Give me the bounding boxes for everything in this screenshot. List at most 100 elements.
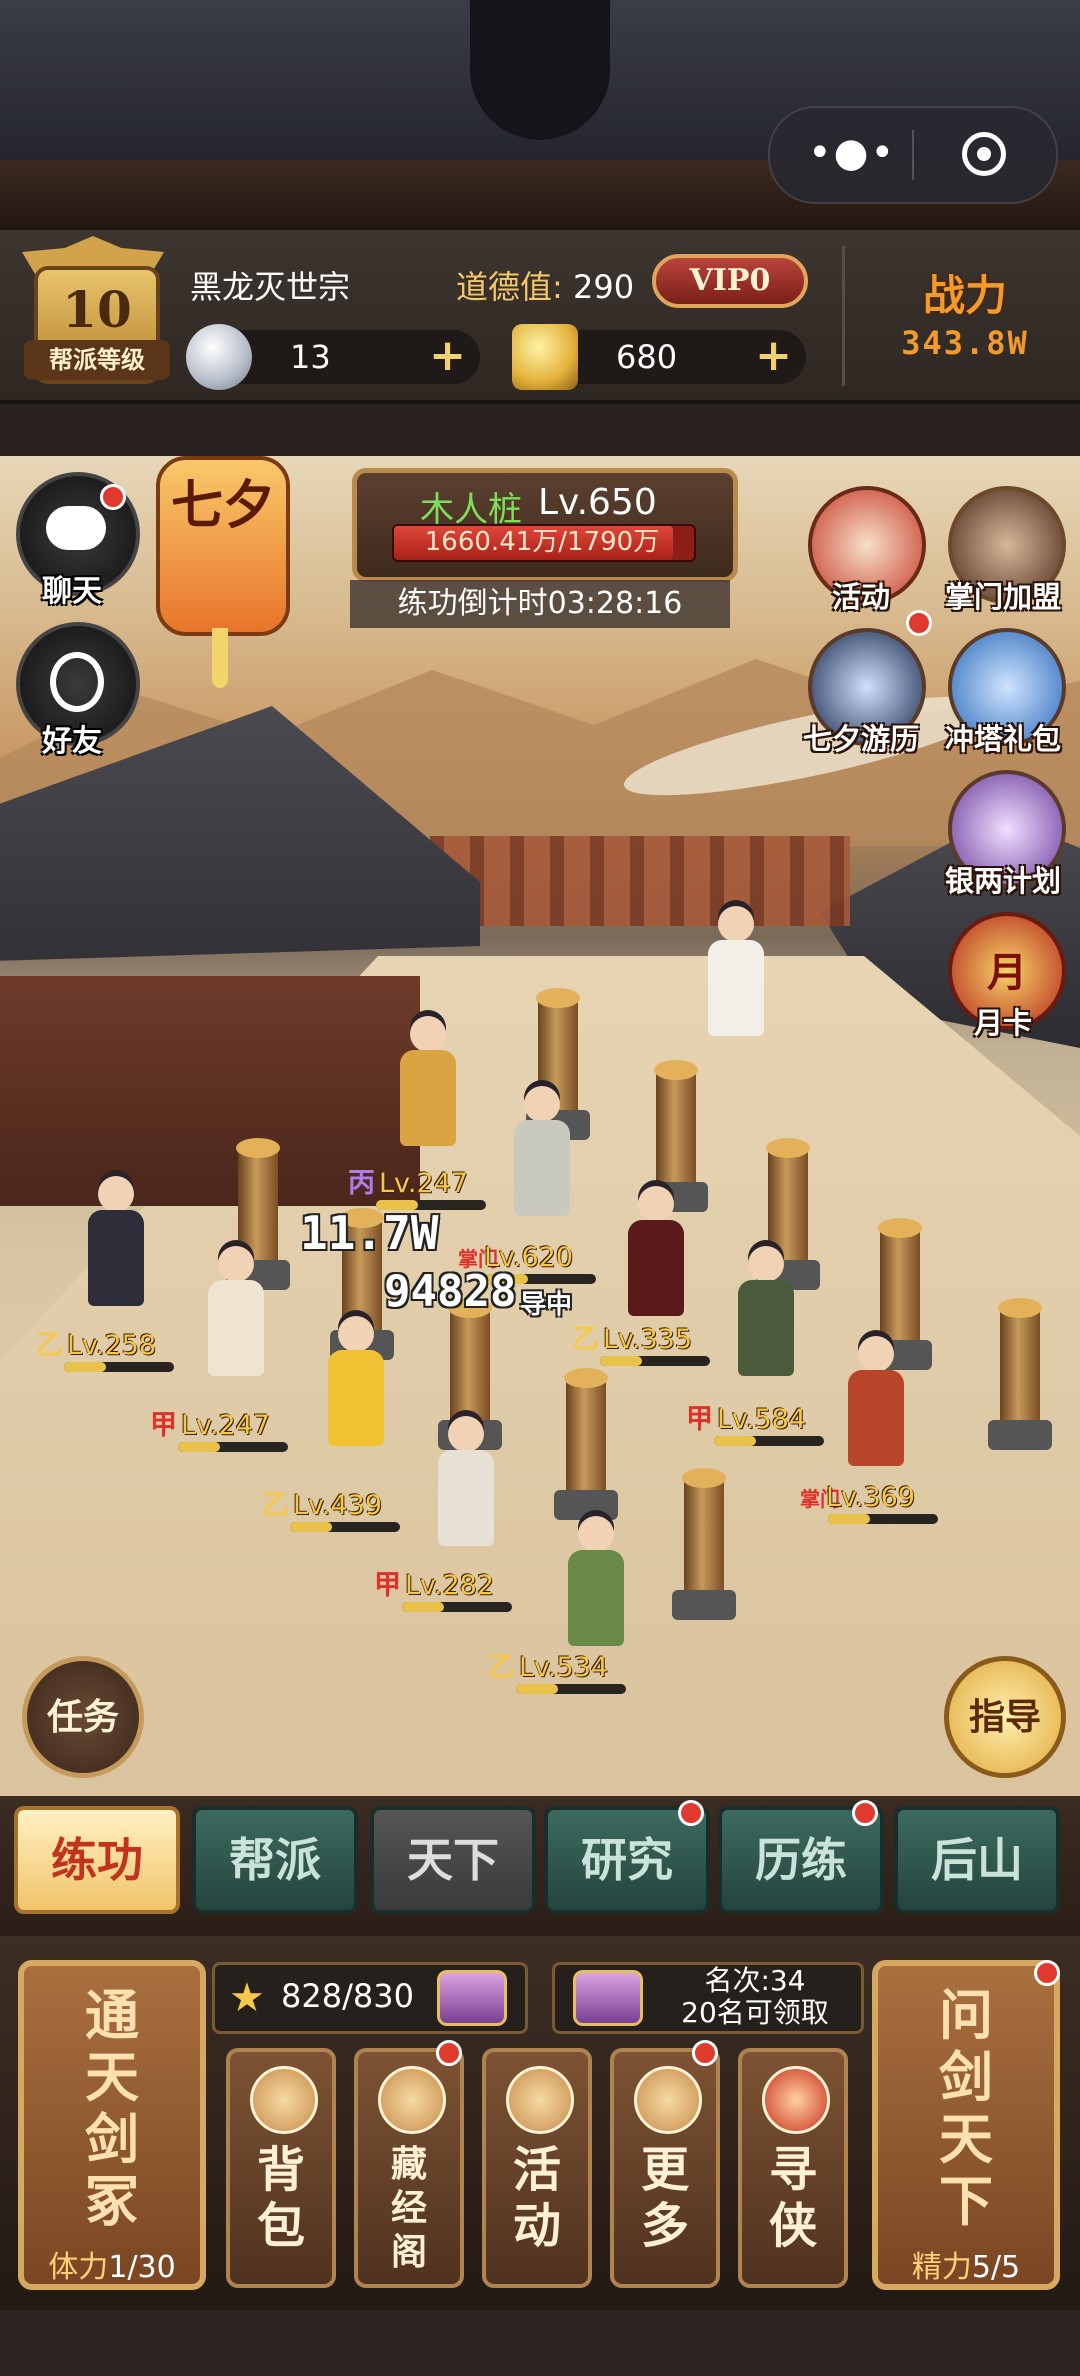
disciple-level-tag: 乙 Lv.258 bbox=[36, 1328, 174, 1372]
feature-card-label: 背包 bbox=[256, 2142, 305, 2254]
disciple[interactable] bbox=[392, 1016, 462, 1156]
silver-plan-label: 银两计划 bbox=[944, 864, 1061, 898]
roof-ornament bbox=[470, 0, 610, 140]
morality-value: 290 bbox=[572, 268, 635, 306]
disciple[interactable] bbox=[840, 1336, 910, 1476]
disciple-level-tag: 甲 Lv.282 bbox=[374, 1568, 512, 1612]
energy-value: 5/5 bbox=[971, 2250, 1021, 2285]
wooden-dummy[interactable] bbox=[988, 1298, 1052, 1450]
disciple-progress-bar bbox=[828, 1514, 938, 1524]
disciple-level-tag: 掌门Lv.369 bbox=[800, 1480, 938, 1524]
wooden-dummy[interactable] bbox=[554, 1368, 618, 1520]
tower-pack-label: 冲塔礼包 bbox=[944, 722, 1061, 756]
treasure-chest-icon[interactable] bbox=[573, 1970, 643, 2026]
scroll-icon bbox=[762, 2066, 830, 2134]
capsule-divider bbox=[912, 130, 914, 180]
disciple[interactable] bbox=[80, 1176, 150, 1316]
ask-sword-card[interactable]: 问剑天下 精力5/5 bbox=[872, 1960, 1060, 2290]
header-divider bbox=[842, 246, 845, 386]
combat-power-value: 343.8W bbox=[901, 324, 1029, 362]
disciple-level: Lv.584 bbox=[717, 1404, 807, 1435]
disciple[interactable] bbox=[200, 1246, 270, 1386]
pavilion-icon bbox=[378, 2066, 446, 2134]
master-join-label: 掌门加盟 bbox=[944, 580, 1061, 614]
disciple-level: Lv.247 bbox=[379, 1168, 469, 1199]
disciple[interactable] bbox=[506, 1086, 576, 1226]
feature-card-2[interactable]: 活动 bbox=[482, 2048, 592, 2288]
gold-amount: 680 bbox=[616, 338, 678, 376]
disciple-progress-bar bbox=[600, 1356, 710, 1366]
sword-tomb-title: 通天剑冢 bbox=[85, 1983, 139, 2233]
disciple-grade: 乙 bbox=[36, 1330, 63, 1361]
tab-1[interactable]: 帮派 bbox=[192, 1806, 358, 1914]
rank-reward-bar[interactable]: 名次:34 20名可领取 bbox=[552, 1962, 864, 2034]
guild-name: 黑龙灭世宗 bbox=[190, 268, 351, 306]
tab-5[interactable]: 后山 bbox=[894, 1806, 1060, 1914]
feature-card-3[interactable]: 更多 bbox=[610, 2048, 720, 2288]
feature-card-label: 活动 bbox=[512, 2142, 561, 2254]
disciple-progress-bar bbox=[714, 1436, 824, 1446]
disciple-level: Lv.258 bbox=[67, 1330, 157, 1361]
chat-label: 聊天 bbox=[42, 574, 102, 609]
wooden-dummy[interactable] bbox=[672, 1468, 736, 1620]
notification-dot bbox=[852, 1800, 878, 1826]
close-target-icon[interactable] bbox=[962, 132, 1006, 176]
guide-button[interactable]: 指导 bbox=[944, 1656, 1066, 1778]
disciple-level: Lv.534 bbox=[519, 1652, 609, 1683]
disciple[interactable] bbox=[620, 1186, 690, 1326]
tab-0[interactable]: 练功 bbox=[14, 1806, 180, 1914]
disciple-level-tag: 甲 Lv.247 bbox=[150, 1408, 288, 1452]
stamina-stat: 体力1/30 bbox=[24, 2242, 200, 2286]
sword-tomb-card[interactable]: 通天剑冢 体力1/30 bbox=[18, 1960, 206, 2290]
wooden-dummy[interactable] bbox=[644, 1060, 708, 1212]
miniprogram-capsule: •●• bbox=[768, 106, 1058, 204]
guiding-tag: 导中 bbox=[520, 1290, 573, 1320]
disciple-level: Lv.247 bbox=[181, 1410, 271, 1441]
feature-card-0[interactable]: 背包 bbox=[226, 2048, 336, 2288]
disciple-progress-bar bbox=[402, 1602, 512, 1612]
star-progress-bar[interactable]: ★ 828/830 bbox=[212, 1962, 528, 2034]
damage-number: 11.7W bbox=[300, 1206, 439, 1260]
disciple[interactable] bbox=[320, 1316, 390, 1456]
disciple-level: Lv.282 bbox=[405, 1570, 495, 1601]
training-countdown: 练功倒计时03:28:16 bbox=[350, 580, 730, 628]
lantern-text: 七夕 bbox=[170, 475, 275, 536]
disciple[interactable] bbox=[730, 1246, 800, 1386]
disciple[interactable] bbox=[560, 1516, 630, 1656]
chat-bubble-icon bbox=[46, 506, 106, 550]
disciple-grade: 掌门 bbox=[800, 1486, 840, 1511]
qixi-lantern-button[interactable]: 七夕 bbox=[156, 456, 290, 636]
damage-number: 94828 bbox=[384, 1266, 517, 1317]
tab-2[interactable]: 天下 bbox=[370, 1806, 536, 1914]
gold-resource: 680 + bbox=[512, 324, 806, 390]
more-options-icon[interactable]: •●• bbox=[808, 128, 894, 178]
qixi-travel-label: 七夕游历 bbox=[802, 722, 919, 756]
disciple-level-tag: 甲 Lv.584 bbox=[686, 1402, 824, 1446]
rank-text: 名次:34 bbox=[704, 1964, 806, 1997]
money-bag-icon bbox=[250, 2066, 318, 2134]
tasks-button[interactable]: 任务 bbox=[22, 1656, 144, 1778]
activity-label: 活动 bbox=[831, 580, 890, 614]
energy-stat: 精力5/5 bbox=[878, 2242, 1054, 2286]
disciple-progress-bar bbox=[178, 1442, 288, 1452]
disciple-level: Lv.439 bbox=[293, 1490, 383, 1521]
feature-card-1[interactable]: 藏经阁 bbox=[354, 2048, 464, 2288]
add-gold-button[interactable]: + bbox=[755, 332, 792, 380]
disciple-grade: 甲 bbox=[686, 1404, 713, 1435]
month-card-label: 月卡 bbox=[973, 1006, 1032, 1040]
white-robe-swordsman[interactable] bbox=[700, 906, 770, 1046]
vip-button[interactable]: VIP0 bbox=[652, 254, 808, 308]
butterfly-knot-icon bbox=[634, 2066, 702, 2134]
add-silver-button[interactable]: + bbox=[429, 332, 466, 380]
guild-level-badge[interactable]: 10 帮派等级 bbox=[14, 236, 172, 386]
feature-card-label: 更多 bbox=[640, 2142, 689, 2254]
lantern-icon bbox=[506, 2066, 574, 2134]
disciple[interactable] bbox=[430, 1416, 500, 1556]
silver-resource: 13 + bbox=[186, 324, 480, 390]
ask-sword-title: 问剑天下 bbox=[939, 1983, 993, 2233]
star-progress-value: 828/830 bbox=[281, 1977, 414, 2015]
disciple-grade: 乙 bbox=[572, 1324, 599, 1355]
notification-dot bbox=[1034, 1960, 1060, 1986]
feature-card-4[interactable]: 寻侠 bbox=[738, 2048, 848, 2288]
treasure-chest-icon[interactable] bbox=[437, 1970, 507, 2026]
